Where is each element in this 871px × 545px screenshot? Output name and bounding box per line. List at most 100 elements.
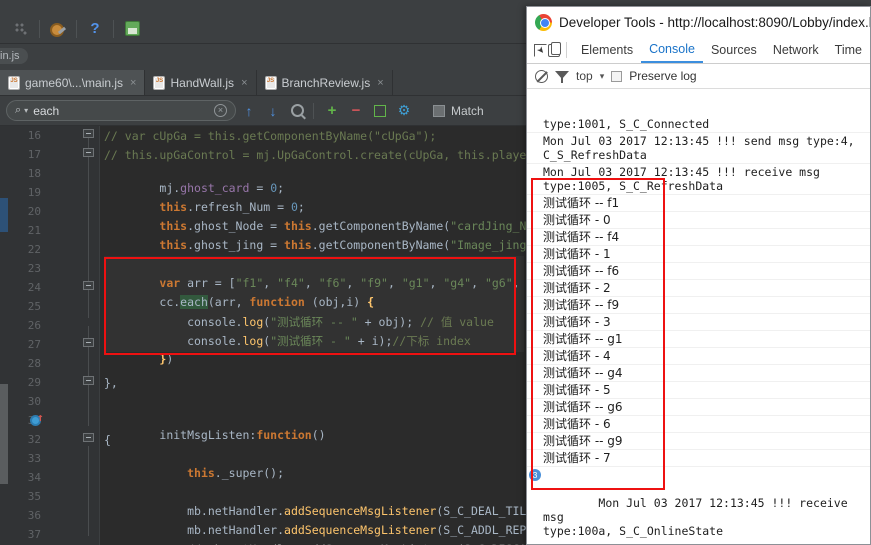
fold-toggle-icon[interactable] [83, 338, 94, 347]
console-row: 测试循环 - 6 [527, 416, 870, 433]
tab-timeline[interactable]: Time [827, 39, 870, 62]
close-icon[interactable]: × [130, 77, 136, 89]
toolbar-divider [113, 19, 114, 38]
tab-sources[interactable]: Sources [703, 39, 765, 62]
console-row: type:1001, S_C_Connected [527, 116, 870, 133]
line-number: 35 [27, 490, 41, 503]
code-line-16: // var cUpGa = this.getComponentByName("… [104, 129, 437, 143]
tab-elements[interactable]: Elements [573, 39, 641, 62]
inspect-element-icon[interactable] [533, 39, 547, 61]
line-number: 37 [27, 528, 41, 541]
line-number: 33 [27, 452, 41, 465]
devtools-window: Developer Tools - http://localhost:8090/… [526, 6, 871, 545]
console-row: 测试循环 - 0 [527, 212, 870, 229]
console-context-selector[interactable]: top [576, 69, 593, 83]
gear-icon[interactable]: ⚙ [393, 100, 415, 122]
select-all-occurrences-icon[interactable] [369, 100, 391, 122]
fold-toggle-icon[interactable] [83, 433, 94, 442]
fold-toggle-icon[interactable] [83, 148, 94, 157]
changed-lines-marker [0, 198, 8, 232]
chevron-down-icon[interactable]: ▾ [24, 106, 28, 115]
filter-icon[interactable] [555, 70, 569, 83]
search-icon: ⌕ [15, 104, 22, 116]
console-row: 测试循环 - 4 [527, 348, 870, 365]
code-line-29: }, [104, 376, 118, 390]
editor-tab-label: game60\...\main.js [25, 75, 124, 90]
find-previous-icon[interactable]: ↑ [238, 100, 260, 122]
override-method-icon[interactable]: ↑ [30, 412, 44, 427]
console-row: 测试循环 -- g6 [527, 399, 870, 416]
devtools-titlebar: Developer Tools - http://localhost:8090/… [527, 7, 870, 37]
clear-search-icon[interactable]: × [214, 104, 227, 117]
close-icon[interactable]: × [241, 77, 247, 89]
add-occurrence-icon[interactable]: + [321, 100, 343, 122]
structure-icon[interactable] [10, 18, 32, 40]
line-number: 34 [27, 471, 41, 484]
chevron-down-icon[interactable]: ▾ [600, 71, 605, 82]
code-line-27: }) [159, 352, 174, 366]
match-case-label: Match [451, 103, 484, 118]
clear-console-icon[interactable] [535, 69, 548, 83]
line-number: 29 [27, 376, 41, 389]
help-icon[interactable]: ? [84, 18, 106, 40]
editor-tab-handwall[interactable]: HandWall.js × [145, 70, 257, 95]
find-next-icon[interactable]: ↓ [262, 100, 284, 122]
find-all-icon[interactable] [286, 100, 308, 122]
marker-column [0, 126, 8, 545]
editor-tab-branchreview[interactable]: BranchReview.js × [256, 70, 393, 95]
gutter: 16 17 18 19 20 21 22 23 24 25 26 27 28 2… [8, 126, 100, 545]
code-line-21: this.ghost_jing = this.getComponentByNam… [159, 238, 547, 252]
match-case-checkbox[interactable] [433, 104, 445, 117]
close-icon[interactable]: × [377, 77, 383, 89]
toolbar-divider [39, 19, 40, 38]
fold-toggle-icon[interactable] [83, 129, 94, 138]
line-number: 27 [27, 338, 41, 351]
search-input[interactable]: ⌕ ▾ each × [6, 100, 236, 121]
console-output[interactable]: type:1001, S_C_Connected Mon Jul 03 2017… [527, 116, 870, 544]
line-number: 18 [27, 167, 41, 180]
tabbar-divider [566, 42, 567, 58]
console-row: 测试循环 -- f1 [527, 195, 870, 212]
js-file-icon [153, 75, 166, 90]
console-row: 测试循环 -- g1 [527, 331, 870, 348]
editor-tab-label: HandWall.js [170, 75, 235, 90]
wrench-icon[interactable] [47, 18, 69, 40]
device-toolbar-icon[interactable] [547, 39, 561, 61]
console-row: Mon Jul 03 2017 12:13:45 !!! send msg ty… [527, 133, 870, 164]
fold-guide [88, 446, 89, 536]
screen-root: ? in.js game60\...\main.js × HandWall.js… [0, 0, 871, 545]
code-line-32: { [104, 433, 111, 447]
scroll-thumb[interactable] [0, 384, 8, 484]
console-row: 测试循环 - 7 [527, 450, 870, 467]
line-number: 25 [27, 300, 41, 313]
console-row: 测试循环 -- g9 [527, 433, 870, 450]
line-number: 19 [27, 186, 41, 199]
line-number: 16 [27, 129, 41, 142]
find-divider [313, 102, 314, 119]
editor-tab-label: BranchReview.js [281, 75, 371, 90]
console-row: 测试循环 - 1 [527, 246, 870, 263]
line-number: 30 [27, 395, 41, 408]
tab-network[interactable]: Network [765, 39, 827, 62]
fold-toggle-icon[interactable] [83, 281, 94, 290]
console-row: Mon Jul 03 2017 12:13:45 !!! receive msg… [527, 164, 870, 195]
save-all-icon[interactable] [121, 18, 143, 40]
devtools-tabbar: Elements Console Sources Network Time [527, 37, 870, 64]
console-row: 测试循环 -- f6 [527, 263, 870, 280]
fold-toggle-icon[interactable] [83, 376, 94, 385]
tab-console[interactable]: Console [641, 38, 703, 63]
console-row-grouped: 3 Mon Jul 03 2017 12:13:45 !!! receive m… [527, 467, 870, 544]
editor-tab-main[interactable]: game60\...\main.js × [0, 70, 146, 95]
console-row-text: Mon Jul 03 2017 12:13:45 !!! receive msg… [543, 496, 848, 538]
line-number: 24 [27, 281, 41, 294]
line-number: 21 [27, 224, 41, 237]
preserve-log-checkbox[interactable] [611, 70, 623, 82]
breadcrumb-label[interactable]: in.js [0, 48, 28, 64]
console-row: 测试循环 - 5 [527, 382, 870, 399]
search-input-value: each [33, 103, 60, 118]
console-row: 测试循环 -- f9 [527, 297, 870, 314]
remove-occurrence-icon[interactable]: − [345, 100, 367, 122]
line-number: 20 [27, 205, 41, 218]
